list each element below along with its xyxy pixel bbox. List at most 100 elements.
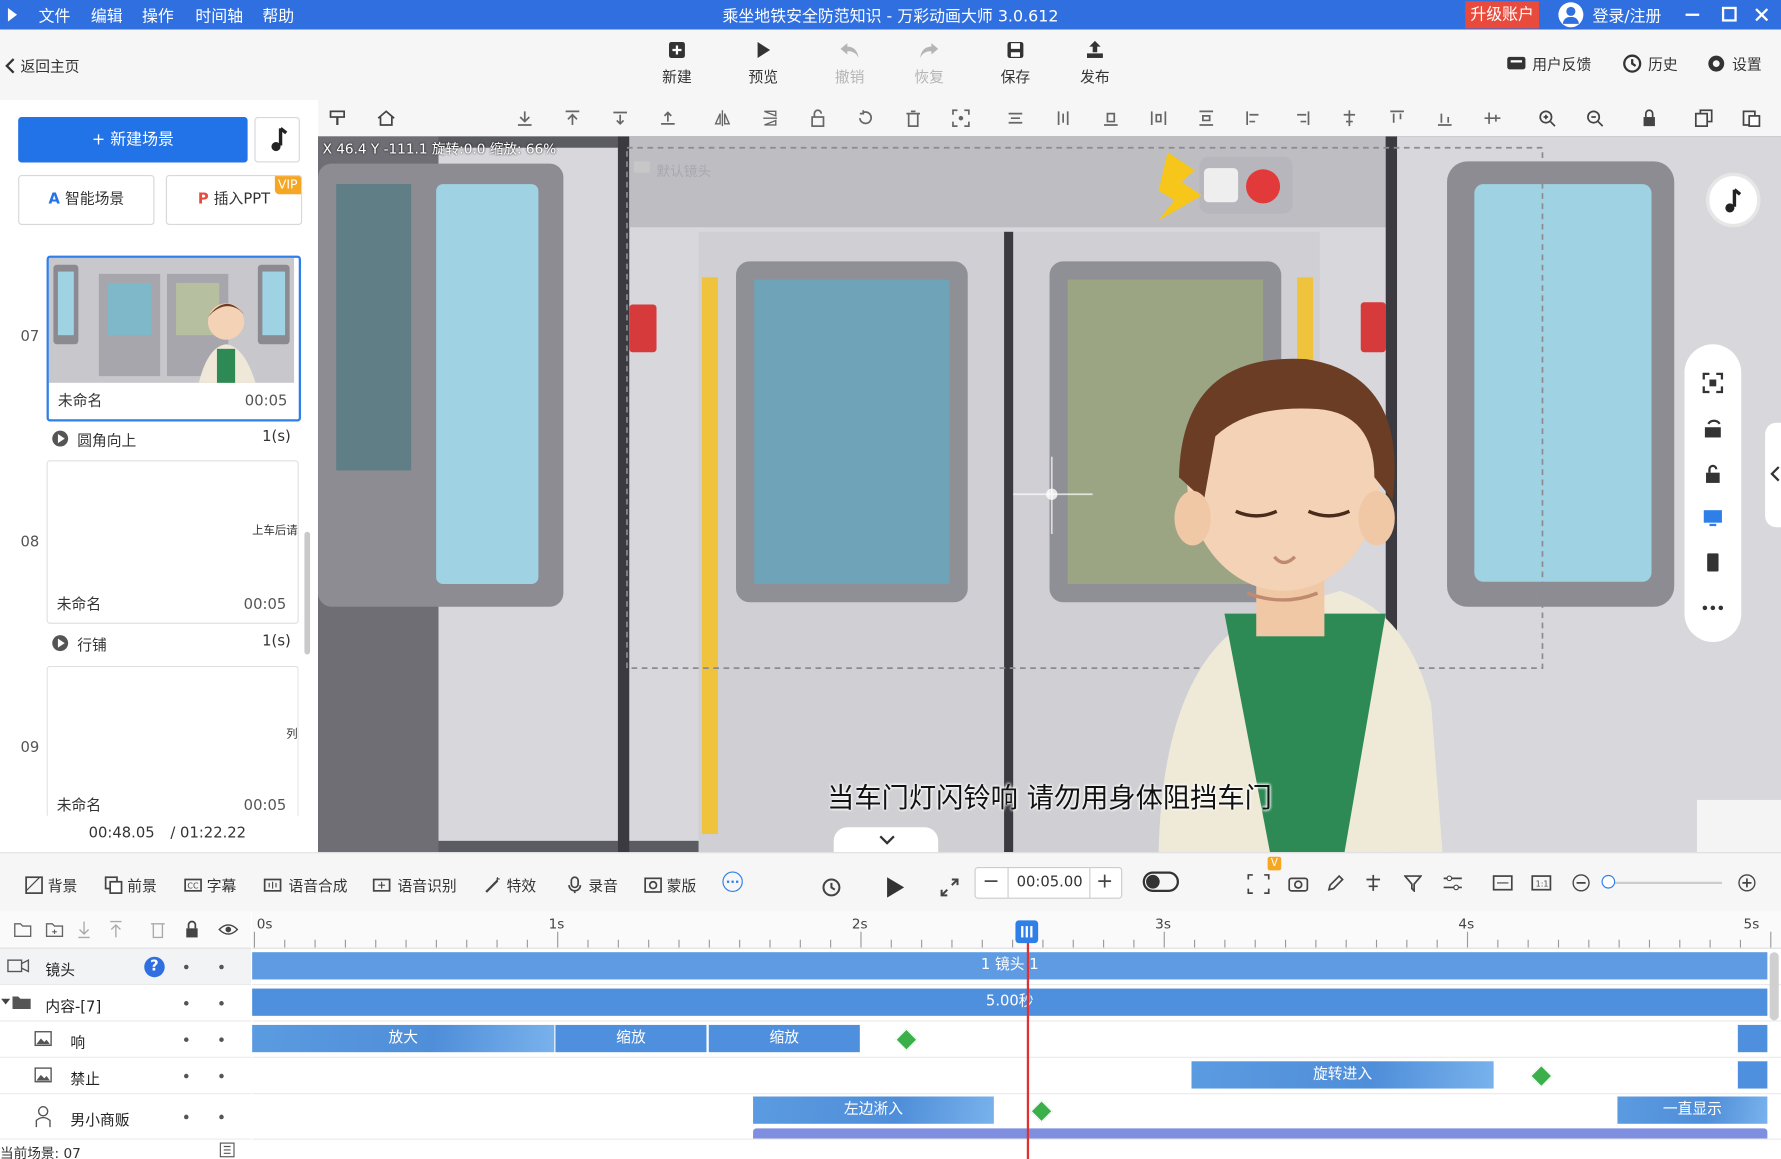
- track-header-vendor[interactable]: 男小商贩: [0, 1094, 252, 1140]
- record-button[interactable]: 录音: [566, 874, 618, 895]
- split-icon[interactable]: [1363, 874, 1383, 892]
- timeline-clip-partial[interactable]: [753, 1128, 1768, 1139]
- caption-button[interactable]: CC 字幕: [184, 874, 236, 895]
- lock-dot-icon[interactable]: [184, 1037, 189, 1042]
- transition-row[interactable]: 行铺 1(s): [52, 633, 291, 656]
- zoom-out-icon[interactable]: [1572, 874, 1590, 892]
- fit-selection-icon[interactable]: [952, 109, 970, 127]
- timeline-clip-end[interactable]: [1737, 1061, 1768, 1089]
- music-button[interactable]: [254, 117, 300, 163]
- paste-icon[interactable]: [1742, 109, 1761, 127]
- move-layer-up-icon[interactable]: [109, 920, 123, 938]
- adjust-icon[interactable]: [1443, 874, 1463, 892]
- trash-icon[interactable]: [904, 109, 922, 127]
- actual-size-icon[interactable]: 1:1: [1531, 874, 1552, 892]
- lock-dot-icon[interactable]: [184, 964, 189, 970]
- unlock-icon[interactable]: [809, 109, 827, 127]
- visibility-dot-icon[interactable]: [219, 1001, 224, 1006]
- new-scene-button[interactable]: + 新建场景: [18, 117, 248, 163]
- more-icon[interactable]: [1701, 597, 1724, 620]
- subtitle-text[interactable]: 当车门灯闪铃响 请勿用身体阻挡车门: [318, 775, 1781, 815]
- toggle-switch[interactable]: [1142, 871, 1180, 892]
- lock-dot-icon[interactable]: [184, 1114, 189, 1120]
- increment-button[interactable]: +: [1096, 869, 1113, 893]
- track-header-forbid[interactable]: 禁止: [0, 1057, 252, 1095]
- insert-ppt-button[interactable]: P 插入PPT VIP: [165, 174, 303, 225]
- close-icon[interactable]: [1754, 7, 1770, 23]
- align-left-icon[interactable]: [1245, 109, 1263, 127]
- collapse-timeline-tab[interactable]: [833, 827, 939, 853]
- align-middle-icon[interactable]: [1054, 109, 1072, 127]
- background-music-button[interactable]: [1706, 172, 1761, 228]
- track-header-content[interactable]: 内容-[7]: [0, 985, 252, 1022]
- foreground-button[interactable]: 前景: [104, 874, 157, 895]
- decrement-button[interactable]: −: [983, 869, 1000, 893]
- camera-icon[interactable]: [1288, 874, 1309, 892]
- timeline-clip[interactable]: 放大: [252, 1024, 555, 1053]
- login-register-link[interactable]: 登录/注册: [1592, 5, 1661, 28]
- landscape-screen-icon[interactable]: [1701, 506, 1724, 529]
- distribute-horizontal-icon[interactable]: [1149, 109, 1167, 127]
- effects-button[interactable]: 特效: [484, 874, 536, 895]
- move-down-icon[interactable]: [611, 109, 629, 127]
- keyframe-add-icon[interactable]: [1530, 1064, 1553, 1088]
- home-icon[interactable]: [377, 109, 395, 127]
- copy-icon[interactable]: [1694, 109, 1713, 127]
- background-button[interactable]: 背景: [25, 874, 77, 895]
- fit-width-icon[interactable]: [1492, 874, 1513, 892]
- transition-row[interactable]: 圆角向上 1(s): [52, 428, 291, 451]
- zoom-slider[interactable]: [1608, 881, 1722, 885]
- minimize-icon[interactable]: [1685, 13, 1700, 16]
- help-icon[interactable]: ?: [144, 956, 165, 978]
- mask-button[interactable]: 蒙版: [644, 874, 696, 895]
- redo-button[interactable]: 恢复: [897, 39, 961, 86]
- fullscreen-icon[interactable]: [1701, 372, 1724, 395]
- timeline-clip-end[interactable]: [1737, 1024, 1768, 1053]
- undo-button[interactable]: 撤销: [818, 39, 882, 86]
- time-stepper[interactable]: − 00:05.00 +: [974, 866, 1123, 899]
- align-bottom-icon[interactable]: [1102, 109, 1120, 127]
- preview-button[interactable]: 预览: [731, 39, 795, 86]
- save-button[interactable]: 保存: [984, 39, 1048, 86]
- flip-horizontal-icon[interactable]: [713, 109, 731, 127]
- zoom-out-icon[interactable]: [1586, 109, 1604, 127]
- move-up-icon[interactable]: [659, 109, 677, 127]
- publish-button[interactable]: 发布: [1063, 39, 1127, 86]
- keyframe-add-icon[interactable]: [895, 1028, 918, 1051]
- align-h-center-icon[interactable]: [1340, 109, 1358, 127]
- tts-button[interactable]: 语音合成: [263, 874, 348, 895]
- visibility-dot-icon[interactable]: [219, 1073, 224, 1079]
- zoom-in-icon[interactable]: [1738, 874, 1756, 892]
- new-button[interactable]: 新建: [645, 39, 709, 86]
- scene-list-scrollbar[interactable]: [304, 531, 311, 655]
- play-icon[interactable]: [884, 876, 907, 899]
- align-center-icon[interactable]: [1006, 109, 1024, 127]
- timeline-clip[interactable]: 旋转进入: [1191, 1061, 1494, 1089]
- menu-edit[interactable]: 编辑: [91, 5, 123, 28]
- unlock-icon[interactable]: [1701, 462, 1724, 485]
- align-top-icon[interactable]: [1388, 109, 1406, 127]
- playhead-handle[interactable]: [1015, 920, 1039, 944]
- maximize-icon[interactable]: [1721, 6, 1737, 22]
- rotate-icon[interactable]: [856, 109, 874, 127]
- edit-icon[interactable]: [1327, 874, 1345, 892]
- align-bottom-edge-icon[interactable]: [1436, 109, 1454, 127]
- portrait-screen-icon[interactable]: [1701, 551, 1724, 574]
- time-value[interactable]: 00:05.00: [1017, 874, 1083, 891]
- lock-all-icon[interactable]: [184, 920, 200, 938]
- collapse-panel-tab[interactable]: [1765, 422, 1781, 528]
- align-right-icon[interactable]: [1293, 109, 1311, 127]
- timeline-clip[interactable]: 5.00秒: [252, 988, 1768, 1016]
- text-frame-icon[interactable]: [1247, 874, 1270, 894]
- visibility-dot-icon[interactable]: [219, 964, 224, 970]
- rotate-screen-icon[interactable]: [1701, 417, 1724, 440]
- menu-help[interactable]: 帮助: [262, 5, 294, 28]
- visibility-dot-icon[interactable]: [219, 1037, 224, 1042]
- filter-icon[interactable]: [1403, 874, 1423, 892]
- menu-operate[interactable]: 操作: [142, 5, 174, 28]
- timeline-clip[interactable]: 左边淅入: [753, 1096, 994, 1124]
- track-header-ring[interactable]: 响: [0, 1021, 252, 1058]
- visibility-dot-icon[interactable]: [219, 1114, 224, 1120]
- more-options-icon[interactable]: [722, 871, 743, 892]
- smart-scene-button[interactable]: A 智能场景: [18, 174, 155, 225]
